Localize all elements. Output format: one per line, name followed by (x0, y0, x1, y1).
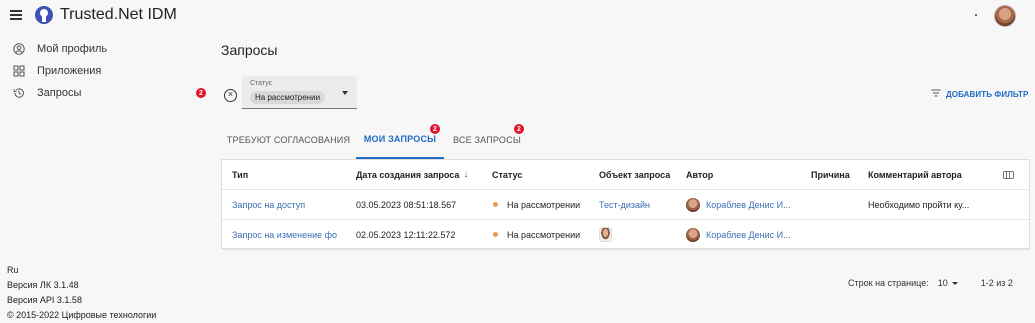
sidebar: Мой профиль Приложения Запросы 2 (0, 38, 210, 104)
status-filter-label: Статус (250, 80, 273, 87)
pagination-range: 1-2 из 2 (980, 278, 1013, 288)
sidebar-item-profile[interactable]: Мой профиль (0, 38, 210, 60)
sidebar-item-requests[interactable]: Запросы 2 (0, 82, 210, 104)
filter-list-icon (931, 89, 941, 99)
request-type-link[interactable]: Запрос на изменение фот (232, 220, 337, 249)
status-label: На рассмотрении (507, 229, 581, 240)
author-avatar (686, 197, 700, 212)
columns-settings-icon[interactable] (998, 160, 1018, 189)
tab-label: ВСЕ ЗАПРОСЫ (453, 135, 521, 145)
request-date: 03.05.2023 08:51:18.567 (356, 199, 457, 210)
status-dot-icon (493, 202, 498, 207)
app-bar: Trusted.Net IDM (0, 0, 1035, 31)
hamburger-menu-icon[interactable] (10, 10, 22, 20)
status-filter-chip[interactable]: На рассмотрении (250, 91, 326, 104)
column-header-author[interactable]: Автор (686, 160, 806, 189)
author-comment: Необходимо пройти ку... (868, 199, 970, 210)
user-avatar[interactable] (994, 5, 1016, 27)
table-header-row: Тип Дата создания запроса ↓ Статус Объек… (222, 160, 1029, 190)
tab-all-requests[interactable]: ВСЕ ЗАПРОСЫ 2 (444, 121, 530, 159)
requests-count-badge: 2 (196, 88, 206, 98)
sidebar-item-label: Мой профиль (37, 43, 108, 55)
requests-table: Тип Дата создания запроса ↓ Статус Объек… (221, 159, 1030, 250)
status-label: На рассмотрении (507, 199, 581, 210)
sidebar-item-label: Запросы (37, 87, 82, 99)
column-header-label: Дата создания запроса (356, 169, 460, 180)
chevron-down-icon (342, 91, 348, 95)
pagination: Строк на странице: 10 1-2 из 2 (848, 278, 1013, 288)
request-status: На рассмотрении (492, 220, 592, 249)
sidebar-item-label: Приложения (37, 65, 102, 77)
status-dot-icon (493, 232, 498, 237)
sidebar-item-apps[interactable]: Приложения (0, 60, 210, 82)
column-header-type[interactable]: Тип (232, 160, 337, 189)
apps-grid-icon (13, 65, 25, 77)
column-header-comment[interactable]: Комментарий автора (868, 160, 978, 189)
footer: Ru Версия ЛК 3.1.48 Версия API 3.1.58 © … (7, 263, 156, 323)
column-header-reason[interactable]: Причина (811, 160, 861, 189)
request-author[interactable]: Кораблев Денис И... (686, 190, 806, 219)
all-requests-badge: 2 (514, 124, 524, 134)
language-switch[interactable]: Ru (7, 263, 156, 278)
tab-my-requests[interactable]: МОИ ЗАПРОСЫ 2 (356, 121, 444, 159)
tab-label: МОИ ЗАПРОСЫ (363, 134, 437, 144)
rows-per-page-select[interactable]: 10 (938, 278, 958, 288)
request-object-photo (599, 220, 679, 249)
rows-per-page-label: Строк на странице: (848, 278, 929, 288)
author-name-link[interactable]: Кораблев Денис И... (706, 230, 791, 240)
request-tabs: ТРЕБУЮТ СОГЛАСОВАНИЯ МОИ ЗАПРОСЫ 2 ВСЕ З… (221, 121, 530, 159)
my-requests-badge: 2 (430, 124, 440, 134)
view-column-icon (1002, 170, 1014, 179)
table-row[interactable]: Запрос на доступ 03.05.2023 08:51:18.567… (222, 190, 1029, 220)
request-object-link[interactable]: Тест-дизайн (599, 190, 679, 219)
version-lk: Версия ЛК 3.1.48 (7, 280, 79, 290)
status-filter-select[interactable]: Статус На рассмотрении (242, 76, 357, 109)
request-date: 02.05.2023 12:11:22.572 (356, 229, 456, 240)
add-filter-label: ДОБАВИТЬ ФИЛЬТР (946, 89, 1029, 99)
column-header-object[interactable]: Объект запроса (599, 160, 679, 189)
history-icon (13, 87, 25, 99)
author-name-link[interactable]: Кораблев Денис И... (706, 200, 791, 210)
request-status: На рассмотрении (492, 190, 592, 219)
version-api: Версия API 3.1.58 (7, 295, 82, 305)
rows-per-page-value: 10 (937, 278, 948, 288)
tab-need-approval[interactable]: ТРЕБУЮТ СОГЛАСОВАНИЯ (221, 121, 356, 159)
author-avatar (686, 227, 700, 242)
dot-icon (975, 14, 977, 16)
copyright: © 2015-2022 Цифровые технологии (7, 310, 157, 320)
account-circle-icon (13, 43, 25, 55)
page-title: Запросы (221, 42, 278, 58)
column-header-status[interactable]: Статус (492, 160, 592, 189)
app-logo-icon (35, 6, 53, 24)
add-filter-button[interactable]: ДОБАВИТЬ ФИЛЬТР (931, 89, 1028, 99)
column-header-date[interactable]: Дата создания запроса ↓ (356, 160, 486, 189)
request-reason (811, 220, 861, 249)
photo-thumbnail (599, 227, 612, 242)
sort-arrow-down-icon[interactable]: ↓ (463, 169, 468, 180)
request-reason (811, 190, 861, 219)
request-author[interactable]: Кораблев Денис И... (686, 220, 806, 249)
request-type-link[interactable]: Запрос на доступ (232, 190, 337, 219)
tab-label: ТРЕБУЮТ СОГЛАСОВАНИЯ (226, 135, 351, 145)
clear-filter-icon[interactable]: × (224, 89, 237, 102)
table-row[interactable]: Запрос на изменение фот 02.05.2023 12:11… (222, 220, 1029, 250)
app-title: Trusted.Net IDM (60, 6, 177, 23)
author-comment (868, 220, 978, 249)
chevron-down-icon (951, 281, 958, 285)
